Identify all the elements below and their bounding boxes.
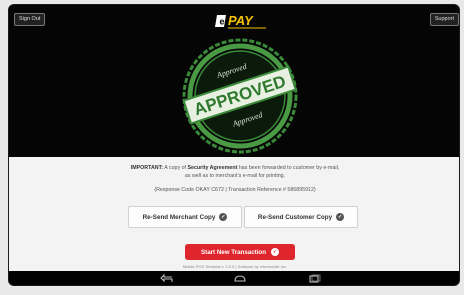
important-text-b: has been forwarded to customer by e-mail… [237, 165, 340, 171]
header-area: Sign Out Support e PAY Approved APPROVED… [9, 5, 459, 157]
resend-buttons: Re-Send Merchant Copy ✓ Re-Send Customer… [128, 206, 358, 228]
logo-text: PAY [228, 13, 254, 28]
security-agreement-text: Security Agreement [187, 165, 238, 171]
version-text: Mobile POS Terminal v. 3.0.0 | Software … [182, 264, 288, 269]
recent-apps-icon[interactable] [307, 274, 321, 284]
check-icon: ✓ [336, 213, 345, 221]
important-text-line2: as well as to merchant's e-mail for prin… [184, 173, 286, 179]
logo-underline [228, 27, 266, 29]
android-nav-bar [9, 271, 459, 285]
resend-merchant-label: Re-Send Merchant Copy [142, 213, 216, 221]
start-new-transaction-button[interactable]: Start New Transaction ✓ [185, 244, 295, 260]
back-icon[interactable] [160, 274, 174, 284]
logo-prefix-text: e [220, 17, 225, 27]
important-prefix: IMPORTANT: [130, 165, 164, 171]
check-icon: ✓ [271, 248, 279, 256]
tablet-screen: Sign Out Support e PAY Approved APPROVED… [8, 4, 460, 286]
response-code-text: (Response Code OKAY C672 | Transaction R… [154, 187, 316, 193]
important-text-a: A copy of [163, 165, 188, 171]
resend-customer-button[interactable]: Re-Send Customer Copy ✓ [244, 206, 358, 228]
support-button[interactable]: Support [429, 13, 459, 26]
start-new-transaction-label: Start New Transaction [201, 248, 266, 256]
confirmation-panel: IMPORTANT: A copy of Security Agreement … [9, 157, 459, 271]
check-icon: ✓ [219, 213, 228, 221]
sign-out-button[interactable]: Sign Out [14, 13, 46, 26]
approved-stamp: Approved APPROVED Approved [182, 38, 298, 154]
resend-merchant-button[interactable]: Re-Send Merchant Copy ✓ [128, 206, 242, 228]
epay-logo: e PAY [215, 13, 266, 29]
resend-customer-label: Re-Send Customer Copy [257, 213, 333, 221]
home-icon[interactable] [233, 274, 247, 284]
important-message: IMPORTANT: A copy of Security Agreement … [29, 164, 441, 180]
